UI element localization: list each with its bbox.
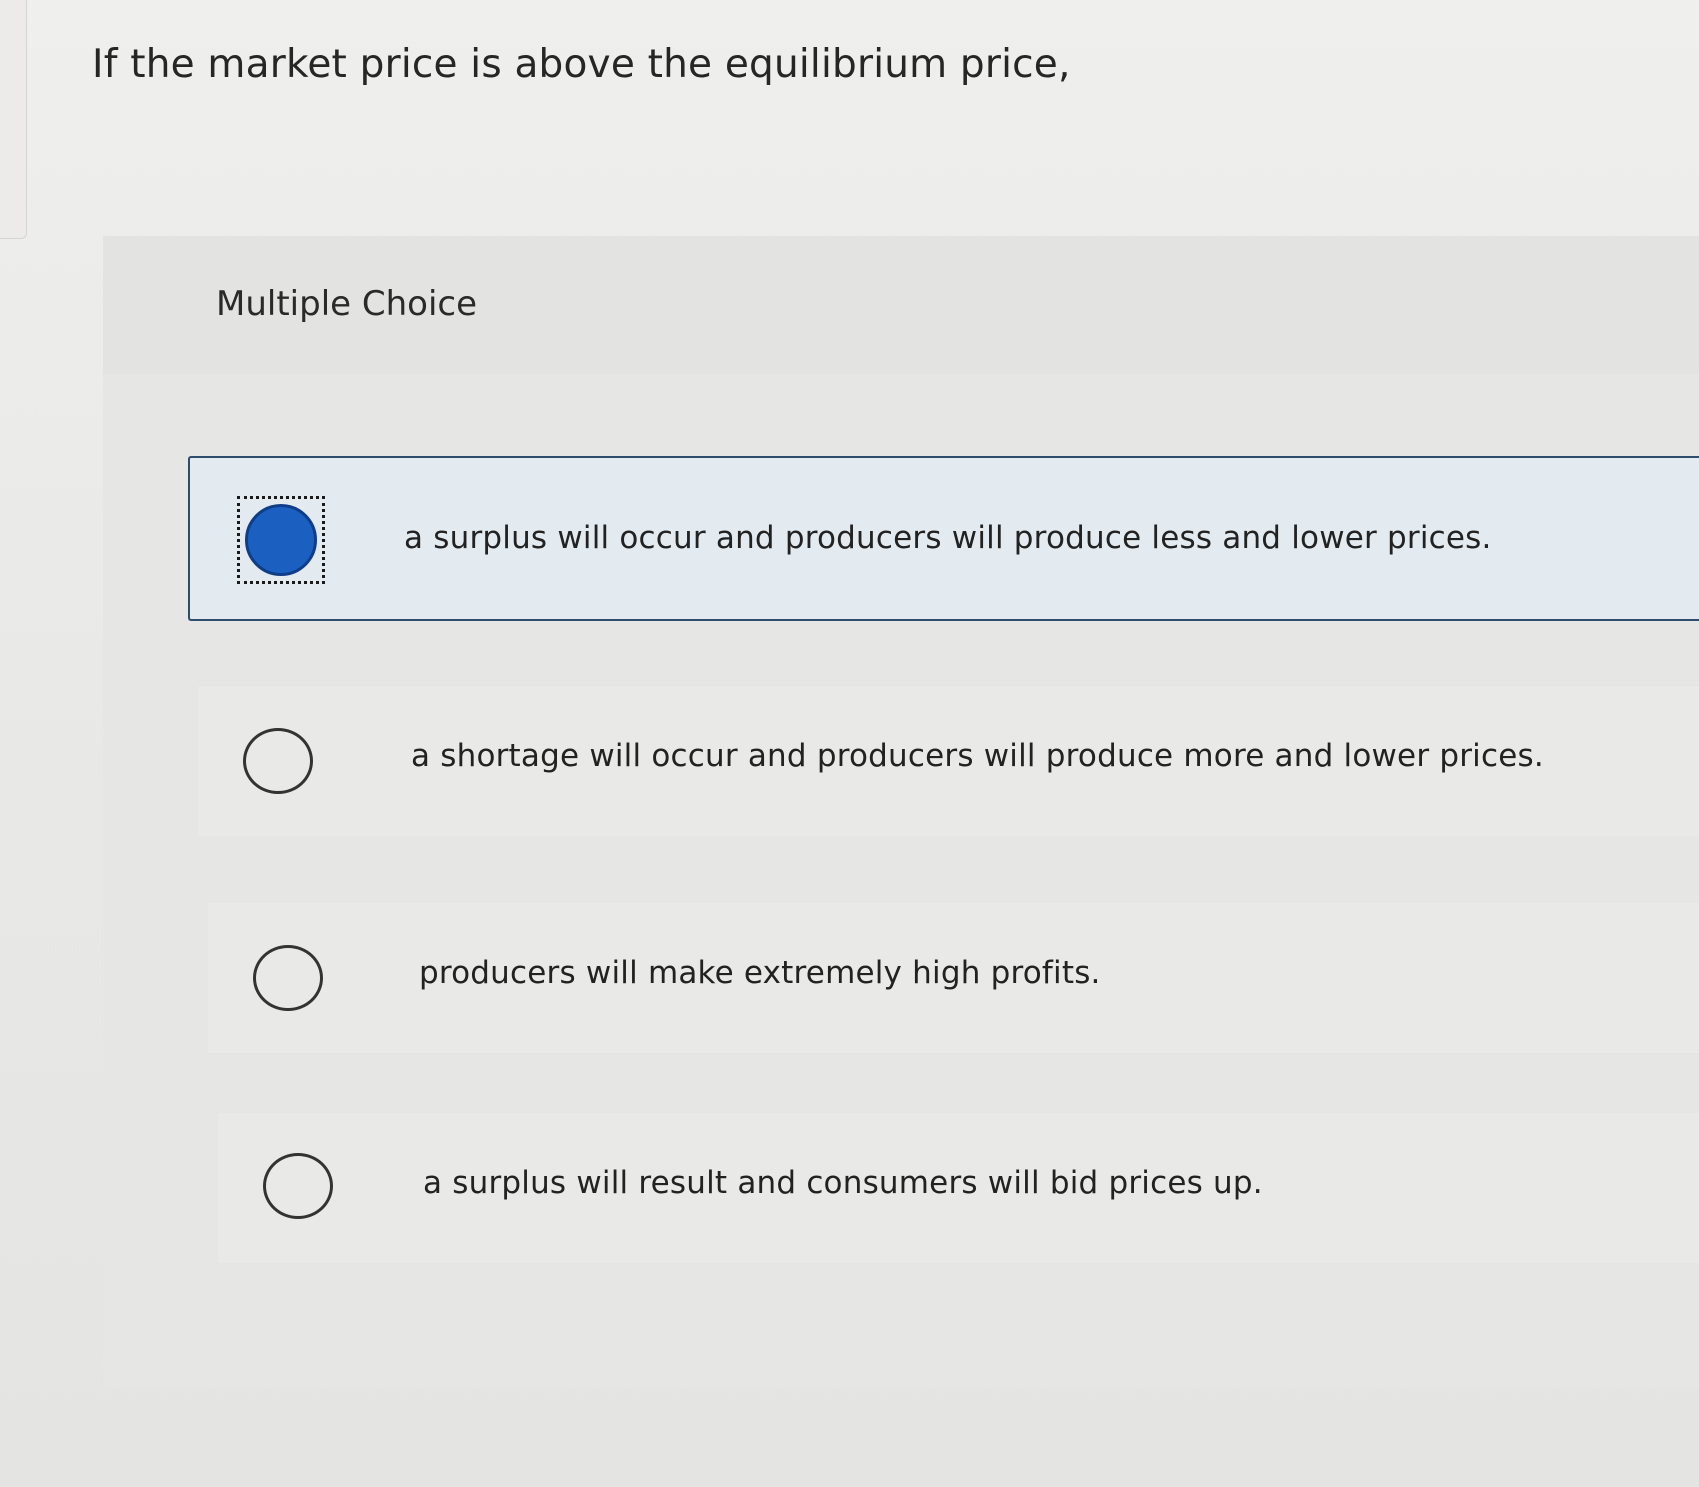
- radio-icon[interactable]: [253, 945, 323, 1011]
- answer-option-text: a surplus will occur and producers will …: [404, 520, 1492, 556]
- filled-radio-icon[interactable]: [245, 504, 317, 576]
- answer-option-text: a surplus will result and consumers will…: [423, 1165, 1263, 1201]
- answer-option-text: producers will make extremely high profi…: [419, 955, 1101, 991]
- multiple-choice-header: Multiple Choice: [103, 236, 1699, 374]
- answer-option-text: a shortage will occur and producers will…: [411, 738, 1544, 774]
- multiple-choice-panel: Multiple Choice a surplus will occur and…: [103, 236, 1699, 1388]
- question-text: If the market price is above the equilib…: [92, 42, 1071, 87]
- previous-panel-edge: [0, 0, 27, 239]
- answer-option-2[interactable]: a shortage will occur and producers will…: [198, 686, 1699, 836]
- radio-icon[interactable]: [263, 1153, 333, 1219]
- radio-focus-outline: [237, 496, 325, 584]
- radio-icon[interactable]: [243, 728, 313, 794]
- answer-option-4[interactable]: a surplus will result and consumers will…: [218, 1113, 1699, 1263]
- answer-option-1[interactable]: a surplus will occur and producers will …: [188, 456, 1699, 621]
- answer-option-3[interactable]: producers will make extremely high profi…: [208, 903, 1699, 1053]
- multiple-choice-label: Multiple Choice: [216, 284, 478, 324]
